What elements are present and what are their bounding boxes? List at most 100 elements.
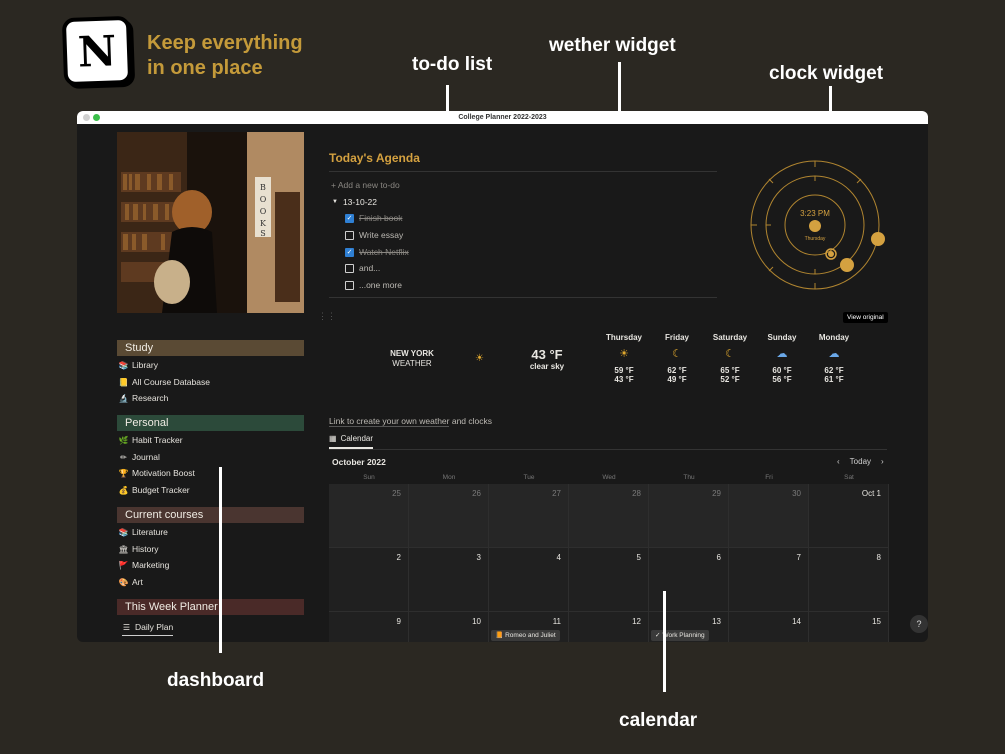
rain-cloud-icon: ☁ — [828, 348, 840, 360]
calendar-day-cell[interactable]: 4 — [489, 548, 569, 612]
weekday-header: Tue — [523, 474, 535, 481]
section-this-week[interactable]: This Week Planner — [117, 599, 304, 615]
checkbox[interactable] — [345, 280, 354, 290]
todo-item[interactable]: Write essay — [345, 230, 403, 240]
current-weather: 43 °F clear sky — [529, 347, 565, 371]
title-bar: College Planner 2022-2023 — [77, 111, 928, 124]
calendar-day-cell[interactable]: 8 — [809, 548, 889, 612]
calendar-day-cell[interactable]: 5 — [569, 548, 649, 612]
sidebar-item-course-database[interactable]: 📒 All Course Database — [119, 377, 210, 387]
calendar-day-cell[interactable]: 30 — [729, 484, 809, 548]
callout-clock: clock widget — [769, 63, 884, 84]
checkbox[interactable] — [345, 263, 354, 273]
calendar-day-cell[interactable]: 12 — [569, 612, 649, 642]
calendar-day-cell[interactable]: 9 — [329, 612, 409, 642]
section-current-courses[interactable]: Current courses — [117, 507, 304, 523]
book-icon: 📙 — [495, 632, 504, 639]
books-icon: 📚 — [118, 527, 129, 537]
calendar-day-cell[interactable]: 6 — [649, 548, 729, 612]
window-title: College Planner 2022-2023 — [458, 114, 547, 121]
forecast-day: Saturday ☾ 65 °F 52 °F — [704, 333, 756, 384]
todo-item[interactable]: ✓ Watch Netflix — [345, 247, 409, 257]
tagline: Keep everything in one place — [147, 31, 303, 81]
sidebar-item-art[interactable]: 🎨 Art — [119, 577, 143, 587]
tab-calendar[interactable]: ▦ Calendar — [329, 434, 374, 449]
calendar-day-cell[interactable]: 14 — [729, 612, 809, 642]
sun-icon: ☀ — [619, 348, 629, 360]
notion-logo: N — [61, 15, 133, 87]
callout-todo: to-do list — [412, 54, 493, 75]
list-icon: ☰ — [122, 622, 131, 632]
cover-photo: B O O K S — [117, 132, 304, 313]
event-label: Work Planning — [662, 632, 705, 639]
sidebar-item-research[interactable]: 🔬 Research — [119, 393, 169, 403]
todo-date-group[interactable]: ▼ 13-10-22 — [332, 197, 377, 207]
chevron-right-icon[interactable]: › — [881, 457, 884, 466]
calendar-event[interactable]: 📙 Romeo and Juliet — [491, 630, 560, 641]
add-todo-button[interactable]: + Add a new to-do — [331, 180, 400, 190]
window-zoom-dot[interactable] — [93, 114, 100, 121]
calendar-day-cell[interactable]: 29 — [649, 484, 729, 548]
weekday-header: Fri — [765, 474, 773, 481]
sidebar-item-daily-plan[interactable]: ☰ Daily Plan — [122, 622, 174, 636]
calendar-day-cell[interactable]: 7 — [729, 548, 809, 612]
checkbox-checked[interactable]: ✓ — [345, 247, 354, 257]
window-close-dot[interactable] — [83, 114, 90, 121]
drag-handle-icon[interactable]: ⋮⋮ — [318, 311, 336, 322]
sidebar-item-history[interactable]: 🏛 History — [118, 544, 158, 554]
tagline-line-2: in one place — [147, 57, 263, 79]
todo-item[interactable]: and... — [345, 263, 380, 273]
money-bag-icon: 💰 — [118, 485, 129, 495]
palette-icon: 🎨 — [118, 577, 129, 587]
calendar-day-cell[interactable]: Oct 1 — [809, 484, 889, 548]
calendar-day-cell[interactable]: 10 — [409, 612, 489, 642]
sidebar-item-motivation[interactable]: 🏆 Motivation Boost — [119, 468, 195, 478]
checkbox[interactable] — [345, 230, 354, 240]
callout-line-dashboard — [219, 467, 222, 653]
weather-link[interactable]: Link to create your own weather — [329, 416, 450, 427]
forecast-day: Sunday ☁ 60 °F 56 °F — [756, 333, 808, 384]
calendar-nav: ‹ Today › — [837, 457, 884, 466]
forecast-day: Monday ☁ 62 °F 61 °F — [808, 333, 860, 384]
clock-widget — [750, 160, 885, 290]
svg-text:S: S — [260, 229, 265, 238]
sidebar-item-habit-tracker[interactable]: 🌿 Habit Tracker — [119, 435, 183, 445]
weather-link-text: Link to create your own weather and cloc… — [329, 416, 493, 427]
today-button[interactable]: Today — [850, 457, 871, 466]
calendar-day-cell[interactable]: 26 — [409, 484, 489, 548]
calendar-day-cell[interactable]: 27 — [489, 484, 569, 548]
section-personal[interactable]: Personal — [117, 415, 304, 431]
books-icon: 📚 — [118, 360, 129, 370]
todo-item[interactable]: ...one more — [345, 280, 402, 290]
sidebar-item-literature[interactable]: 📚 Literature — [119, 527, 168, 537]
todo-item[interactable]: ✓ Finish book — [345, 213, 402, 223]
sidebar-item-marketing[interactable]: 🚩 Marketing — [119, 560, 170, 570]
moon-icon: ☾ — [725, 348, 735, 360]
calendar-event[interactable]: ✓ Work Planning — [651, 630, 709, 641]
calendar-day-cell[interactable]: 28 — [569, 484, 649, 548]
section-study[interactable]: Study — [117, 340, 304, 356]
calendar-day-cell[interactable]: 25 — [329, 484, 409, 548]
sidebar-item-library[interactable]: 📚 Library — [119, 360, 158, 370]
svg-text:O: O — [260, 207, 267, 216]
moon-icon: ☾ — [672, 348, 682, 360]
trophy-icon: 🏆 — [118, 468, 129, 478]
weekday-header: Sun — [363, 474, 375, 481]
checkbox-checked[interactable]: ✓ — [345, 213, 354, 223]
triangle-down-icon[interactable]: ▼ — [332, 199, 338, 205]
divider — [329, 171, 717, 172]
calendar-month: October 2022 — [332, 457, 386, 467]
callout-calendar: calendar — [619, 710, 698, 731]
view-original-button[interactable]: View original — [843, 312, 888, 323]
calendar-day-cell[interactable]: 15 — [809, 612, 889, 642]
sidebar-item-journal[interactable]: ✏ Journal — [119, 452, 160, 462]
callout-line-calendar — [663, 591, 666, 692]
calendar-day-cell[interactable]: 2 — [329, 548, 409, 612]
notebook-icon: 📒 — [118, 377, 129, 387]
callout-weather: wether widget — [549, 35, 676, 56]
help-button[interactable]: ? — [910, 615, 928, 633]
sidebar-item-budget[interactable]: 💰 Budget Tracker — [119, 485, 190, 495]
calendar-day-cell[interactable]: 3 — [409, 548, 489, 612]
check-icon: ✓ — [655, 632, 661, 639]
chevron-left-icon[interactable]: ‹ — [837, 457, 840, 466]
